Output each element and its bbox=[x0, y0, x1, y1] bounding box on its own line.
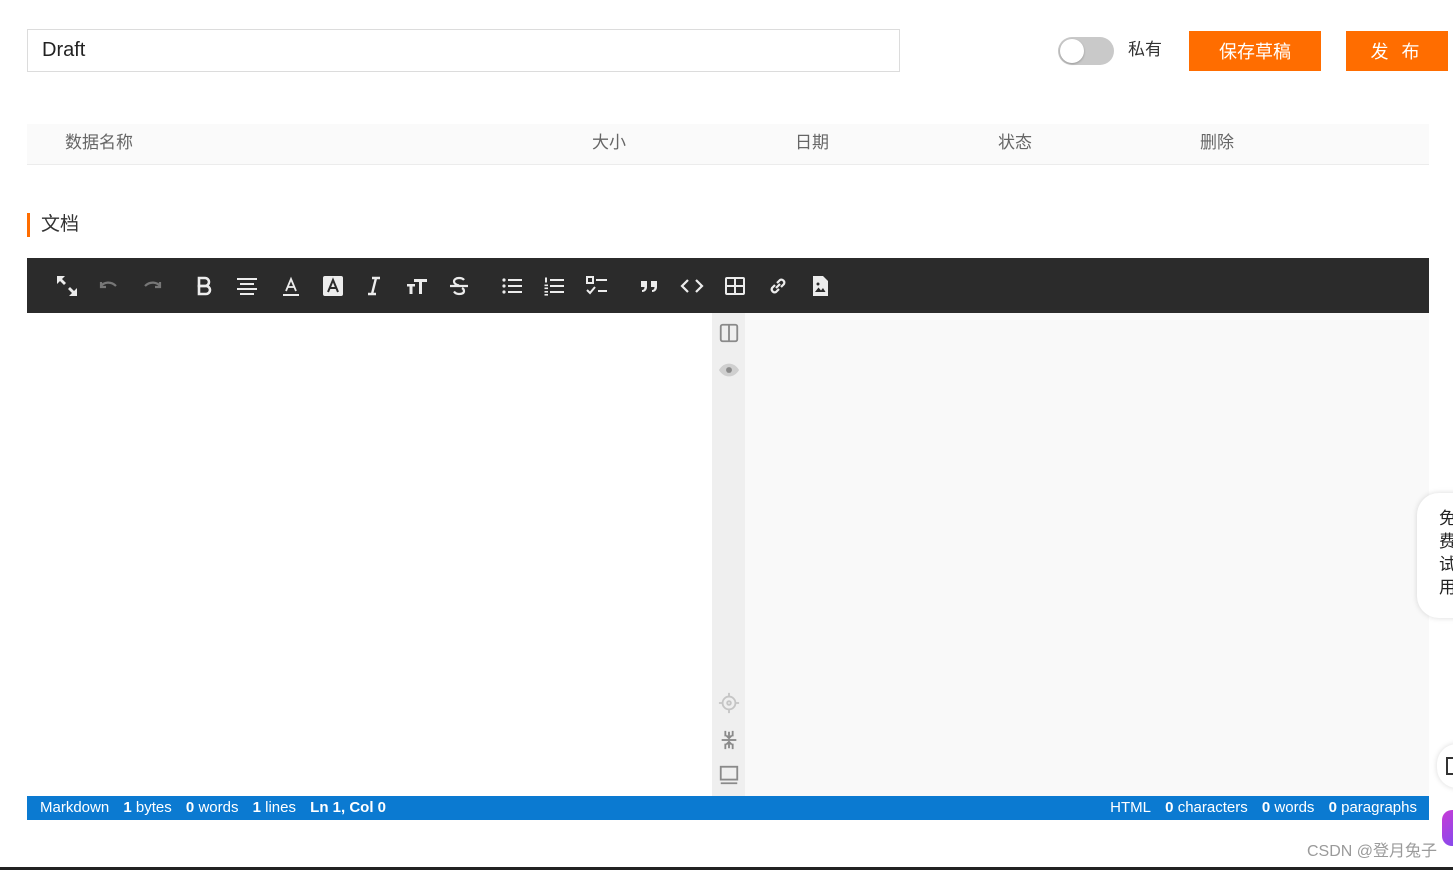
words-label: words bbox=[198, 799, 239, 816]
italic-icon[interactable] bbox=[360, 272, 388, 300]
save-draft-button[interactable]: 保存草稿 bbox=[1189, 31, 1321, 71]
bullet-list-icon[interactable] bbox=[498, 272, 526, 300]
align-center-icon[interactable] bbox=[233, 272, 261, 300]
split-view-icon[interactable] bbox=[716, 320, 742, 346]
target-icon[interactable] bbox=[716, 690, 742, 716]
private-label: 私有 bbox=[1128, 40, 1162, 59]
editor-gutter bbox=[712, 313, 745, 796]
publish-button[interactable]: 发 布 bbox=[1346, 31, 1448, 71]
table-icon[interactable] bbox=[721, 272, 749, 300]
editor-mode-label: Markdown bbox=[40, 799, 110, 816]
undo-icon[interactable] bbox=[95, 272, 123, 300]
strikethrough-icon[interactable] bbox=[445, 272, 473, 300]
side-tool-button[interactable] bbox=[1437, 744, 1453, 788]
chars-count: 0 bbox=[1165, 799, 1174, 816]
column-header-status: 状态 bbox=[998, 133, 1032, 152]
font-size-icon[interactable] bbox=[403, 272, 431, 300]
statusbar-left: Markdown 1 bytes 0 words 1 lines Ln 1, C… bbox=[40, 796, 386, 820]
column-header-name: 数据名称 bbox=[65, 133, 133, 152]
free-trial-widget[interactable]: 免费试用 bbox=[1417, 493, 1453, 618]
statusbar-right: HTML 0 characters 0 words 0 paragraphs bbox=[1110, 796, 1417, 820]
link-icon[interactable] bbox=[764, 272, 792, 300]
code-icon[interactable] bbox=[678, 272, 706, 300]
paragraphs-label: paragraphs bbox=[1341, 799, 1417, 816]
file-table-header: 数据名称 大小 日期 状态 删除 bbox=[27, 124, 1429, 165]
column-header-delete: 删除 bbox=[1200, 133, 1234, 152]
title-input[interactable] bbox=[27, 29, 900, 72]
bytes-label: bytes bbox=[135, 799, 172, 816]
fullscreen-icon[interactable] bbox=[53, 272, 81, 300]
cursor-position: Ln 1, Col 0 bbox=[310, 799, 387, 816]
preview-words-label: words bbox=[1274, 799, 1315, 816]
paragraphs-count: 0 bbox=[1328, 799, 1337, 816]
editor-toolbar bbox=[27, 258, 1429, 313]
section-accent-bar bbox=[27, 213, 30, 237]
chars-label: characters bbox=[1177, 799, 1248, 816]
bold-icon[interactable] bbox=[190, 272, 218, 300]
free-trial-text: 免费试用 bbox=[1439, 509, 1453, 597]
task-list-icon[interactable] bbox=[583, 272, 611, 300]
words-count: 0 bbox=[185, 799, 195, 816]
panel-icon[interactable] bbox=[716, 762, 742, 788]
preview-eye-icon[interactable] bbox=[716, 357, 742, 383]
private-toggle[interactable] bbox=[1058, 37, 1114, 65]
collapse-icon[interactable] bbox=[716, 727, 742, 753]
numbered-list-icon[interactable] bbox=[540, 272, 568, 300]
frame-icon bbox=[1446, 757, 1453, 775]
image-icon[interactable] bbox=[806, 272, 834, 300]
editor-statusbar: Markdown 1 bytes 0 words 1 lines Ln 1, C… bbox=[27, 796, 1429, 820]
watermark: CSDN @登月兔子 bbox=[1306, 843, 1437, 860]
toggle-knob bbox=[1060, 39, 1084, 63]
markdown-editor-pane[interactable] bbox=[27, 313, 712, 796]
preview-words-count: 0 bbox=[1261, 799, 1271, 816]
lines-label: lines bbox=[265, 799, 296, 816]
section-title: 文档 bbox=[41, 214, 80, 235]
lines-count: 1 bbox=[252, 799, 261, 816]
bytes-count: 1 bbox=[123, 799, 132, 816]
preview-mode-label: HTML bbox=[1110, 799, 1151, 816]
column-header-date: 日期 bbox=[795, 133, 829, 152]
quote-icon[interactable] bbox=[635, 272, 663, 300]
column-header-size: 大小 bbox=[592, 133, 626, 152]
html-preview-pane bbox=[745, 313, 1429, 796]
assistant-icon[interactable] bbox=[1442, 810, 1453, 846]
redo-icon[interactable] bbox=[138, 272, 166, 300]
font-color-icon[interactable] bbox=[277, 272, 305, 300]
highlight-icon[interactable] bbox=[319, 272, 347, 300]
